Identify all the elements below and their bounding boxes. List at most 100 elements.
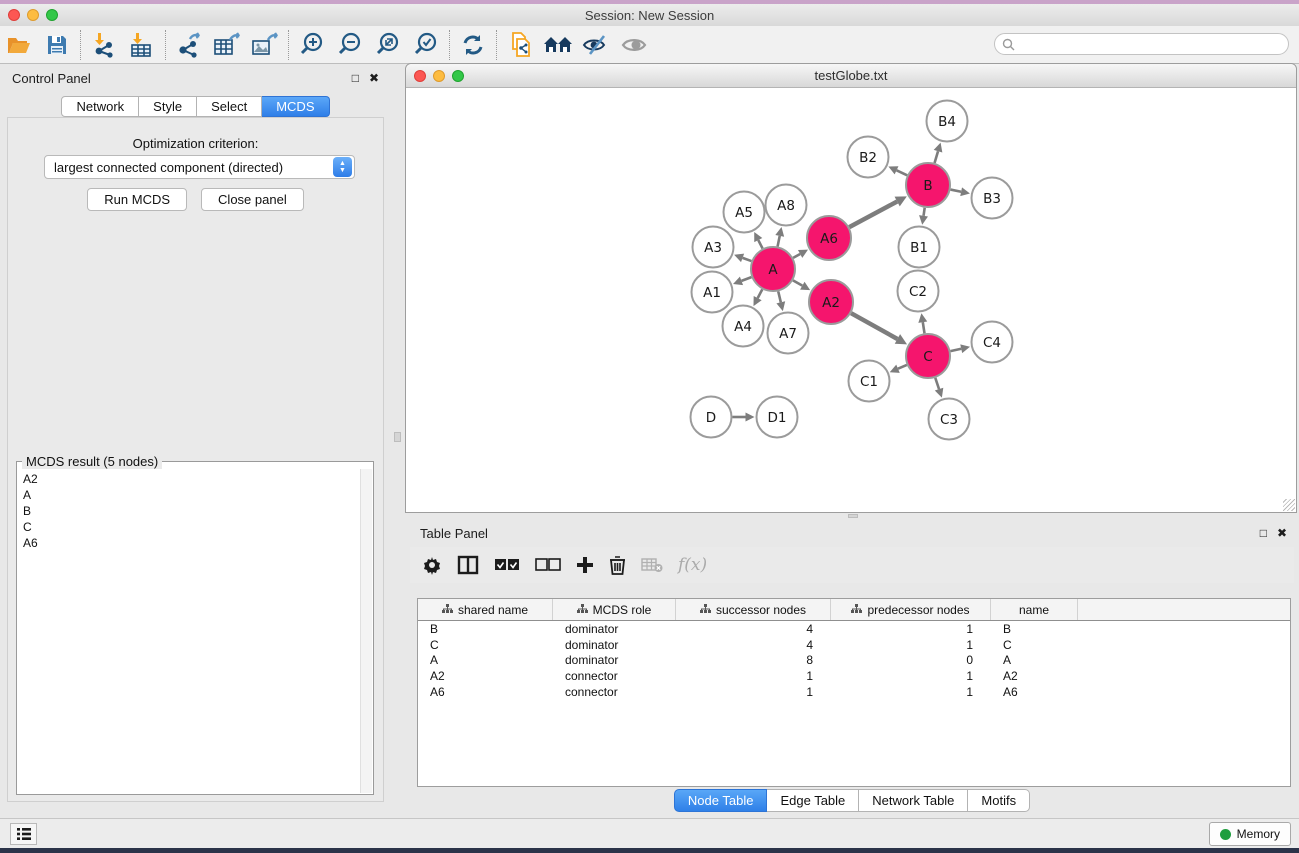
close-panel-icon[interactable]: ✖	[1277, 526, 1287, 540]
result-scrollbar[interactable]	[360, 469, 372, 793]
titlebar[interactable]: Session: New Session	[0, 4, 1299, 26]
zoom-fit-icon[interactable]	[369, 29, 407, 61]
deselect-all-icon[interactable]	[535, 552, 561, 578]
export-image-icon[interactable]	[246, 29, 284, 61]
tab-network[interactable]: Network	[61, 96, 139, 117]
result-item[interactable]: A6	[23, 535, 360, 551]
column-header-MCDS-role[interactable]: MCDS role	[553, 599, 676, 620]
edge-C-C4[interactable]	[950, 349, 961, 351]
search-input[interactable]	[1020, 37, 1288, 51]
edge-arrowhead	[775, 227, 784, 237]
tab-motifs[interactable]: Motifs	[968, 789, 1030, 812]
result-item[interactable]: B	[23, 503, 360, 519]
tab-select[interactable]: Select	[197, 96, 262, 117]
edge-A-A1[interactable]	[741, 277, 751, 281]
edge-B-B2[interactable]	[897, 170, 908, 175]
show-networks-icon[interactable]	[539, 29, 577, 61]
edge-A-A6[interactable]	[793, 254, 800, 258]
vertical-splitter[interactable]	[391, 64, 405, 818]
table-tabs: Node TableEdge TableNetwork TableMotifs	[405, 789, 1299, 812]
cell-shared-name: B	[418, 622, 553, 636]
desktop-wallpaper	[0, 848, 1299, 853]
edge-C-C3[interactable]	[935, 378, 939, 389]
table-row[interactable]: A2connector11A2	[418, 668, 1290, 684]
memory-label: Memory	[1237, 827, 1280, 841]
memory-button[interactable]: Memory	[1209, 822, 1291, 846]
edge-A-A8[interactable]	[778, 236, 780, 247]
column-header-shared-name[interactable]: shared name	[418, 599, 553, 620]
result-item[interactable]: C	[23, 519, 360, 535]
table-row[interactable]: A6connector11A6	[418, 684, 1290, 700]
edge-A-A4[interactable]	[758, 289, 763, 298]
edge-A-A5[interactable]	[758, 240, 762, 248]
cell-MCDS-role: dominator	[553, 622, 676, 636]
network-window-titlebar[interactable]: testGlobe.txt	[406, 64, 1296, 88]
column-header-name[interactable]: name	[991, 599, 1078, 620]
show-details-icon[interactable]	[615, 29, 653, 61]
function-builder-icon[interactable]: f(x)	[678, 555, 707, 575]
cell-shared-name: A2	[418, 669, 553, 683]
window-resize-grip[interactable]	[1283, 499, 1295, 511]
zoom-selected-icon[interactable]	[407, 29, 445, 61]
open-session-icon[interactable]	[0, 29, 38, 61]
table-row[interactable]: Adominator80A	[418, 652, 1290, 668]
close-panel-button[interactable]: Close panel	[201, 188, 304, 211]
close-panel-icon[interactable]: ✖	[369, 71, 379, 85]
select-all-icon[interactable]	[494, 552, 520, 578]
table-panel: Table Panel □ ✖	[405, 519, 1299, 818]
refresh-icon[interactable]	[454, 29, 492, 61]
edge-B-B1[interactable]	[924, 208, 925, 216]
export-network-icon[interactable]	[170, 29, 208, 61]
optimization-criterion-select[interactable]: largest connected component (directed) ▲…	[44, 155, 355, 179]
node-label-B: B	[923, 178, 932, 194]
run-mcds-button[interactable]: Run MCDS	[87, 188, 187, 211]
column-header-successor-nodes[interactable]: successor nodes	[676, 599, 831, 620]
float-panel-icon[interactable]: □	[352, 71, 359, 85]
table-row[interactable]: Bdominator41B	[418, 621, 1290, 637]
import-table-icon[interactable]	[123, 29, 161, 61]
edge-A6-B[interactable]	[849, 202, 897, 228]
result-item[interactable]: A	[23, 487, 360, 503]
edge-C-C2[interactable]	[923, 322, 925, 333]
memory-status-icon	[1220, 829, 1231, 840]
tab-node-table[interactable]: Node Table	[674, 789, 768, 812]
cell-successor-nodes: 4	[676, 622, 831, 636]
cell-MCDS-role: dominator	[553, 638, 676, 652]
tab-mcds[interactable]: MCDS	[262, 96, 329, 117]
mcds-result-list[interactable]: A2ABCA6	[18, 469, 360, 793]
edge-B-B4[interactable]	[935, 151, 938, 163]
tab-edge-table[interactable]: Edge Table	[767, 789, 859, 812]
edge-A2-C[interactable]	[851, 313, 897, 339]
add-column-icon[interactable]	[576, 552, 594, 578]
edge-A-A7[interactable]	[778, 291, 781, 302]
edge-C-C1[interactable]	[898, 365, 907, 369]
zoom-in-icon[interactable]	[293, 29, 331, 61]
column-header-predecessor-nodes[interactable]: predecessor nodes	[831, 599, 991, 620]
toolbar-separator	[449, 30, 450, 60]
search-field[interactable]	[994, 33, 1289, 55]
task-history-button[interactable]	[10, 823, 37, 845]
table-row[interactable]: Cdominator41C	[418, 637, 1290, 653]
network-canvas[interactable]: AA6A2BCA5A8A3A1A4A7B4B2B3B1C2C4C1C3DD1	[406, 88, 1296, 512]
delete-table-icon[interactable]	[641, 552, 663, 578]
float-panel-icon[interactable]: □	[1260, 526, 1267, 540]
zoom-out-icon[interactable]	[331, 29, 369, 61]
tab-style[interactable]: Style	[139, 96, 197, 117]
edge-A-A2[interactable]	[793, 280, 802, 285]
edge-B-B3[interactable]	[951, 190, 962, 192]
table-settings-icon[interactable]	[422, 552, 442, 578]
tab-network-table[interactable]: Network Table	[859, 789, 968, 812]
delete-column-icon[interactable]	[609, 552, 626, 578]
node-label-C2: C2	[909, 284, 927, 300]
cell-successor-nodes: 1	[676, 685, 831, 699]
column-visibility-icon[interactable]	[457, 552, 479, 578]
edge-A-A3[interactable]	[743, 258, 752, 261]
result-item[interactable]: A2	[23, 471, 360, 487]
hide-details-icon[interactable]	[577, 29, 615, 61]
edge-arrowhead	[935, 388, 944, 398]
import-network-icon[interactable]	[85, 29, 123, 61]
duplicate-network-icon[interactable]	[501, 29, 539, 61]
save-session-icon[interactable]	[38, 29, 76, 61]
main-toolbar	[0, 26, 1299, 64]
export-table-icon[interactable]	[208, 29, 246, 61]
